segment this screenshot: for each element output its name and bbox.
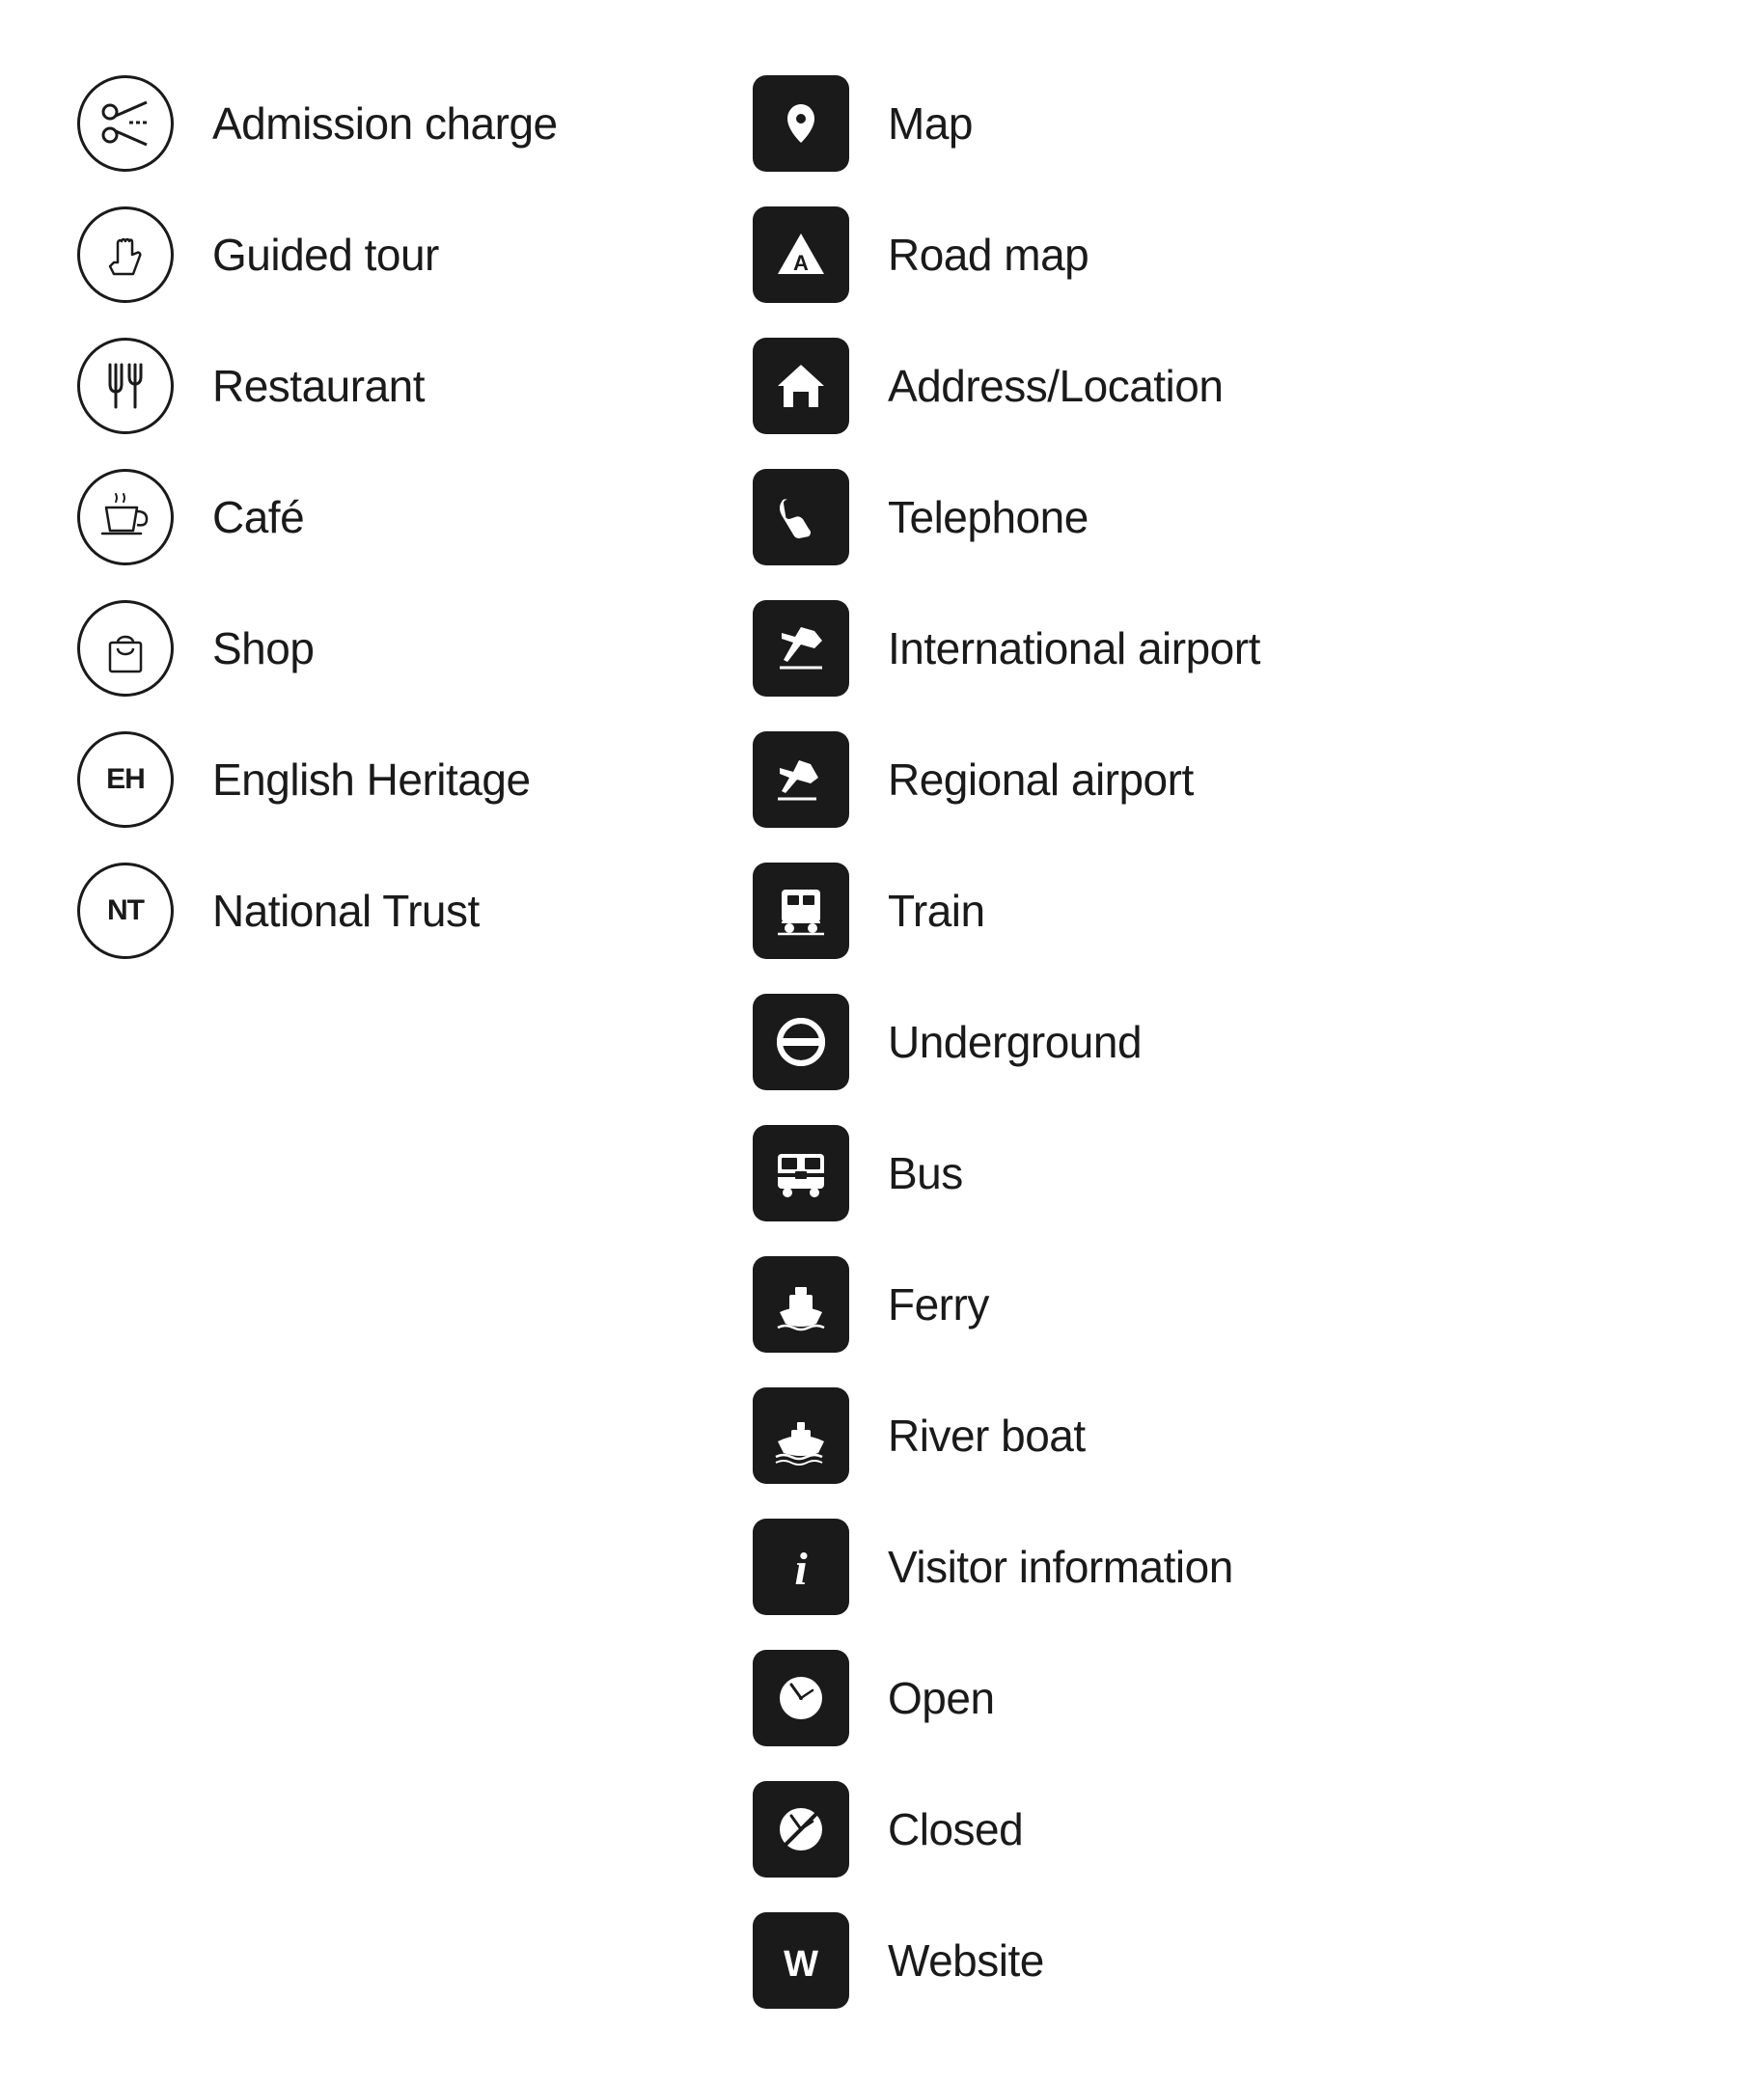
eh-text: EH <box>106 763 145 796</box>
closed-icon <box>753 1781 849 1878</box>
list-item: Guided tour <box>77 189 753 320</box>
cafe-label: Café <box>212 491 304 543</box>
list-item: i Visitor information <box>753 1501 1621 1632</box>
train-label: Train <box>888 885 985 937</box>
list-item: W Website <box>753 1895 1621 2026</box>
list-item: Open <box>753 1632 1621 1764</box>
list-item: Shop <box>77 583 753 714</box>
list-item: EH English Heritage <box>77 714 753 845</box>
shop-label: Shop <box>212 622 314 674</box>
list-item: Telephone <box>753 452 1621 583</box>
bus-icon <box>753 1125 849 1221</box>
website-label: Website <box>888 1934 1044 1987</box>
svg-text:A: A <box>793 251 809 275</box>
regional-airport-icon <box>753 731 849 828</box>
nt-text: NT <box>107 894 144 927</box>
svg-text:i: i <box>794 1544 808 1595</box>
visitor-information-label: Visitor information <box>888 1541 1233 1593</box>
list-item: River boat <box>753 1370 1621 1501</box>
list-item: Regional airport <box>753 714 1621 845</box>
river-boat-label: River boat <box>888 1410 1086 1462</box>
list-item: Admission charge <box>77 58 753 189</box>
guided-tour-icon <box>77 206 174 303</box>
english-heritage-icon: EH <box>77 731 174 828</box>
map-icon <box>753 75 849 172</box>
national-trust-label: National Trust <box>212 885 480 937</box>
english-heritage-label: English Heritage <box>212 754 531 806</box>
train-icon <box>753 863 849 959</box>
list-item: Train <box>753 845 1621 976</box>
road-map-icon: A <box>753 206 849 303</box>
admission-charge-icon <box>77 75 174 172</box>
guided-tour-label: Guided tour <box>212 229 439 281</box>
list-item: Bus <box>753 1108 1621 1239</box>
underground-icon <box>753 994 849 1090</box>
list-item: Map <box>753 58 1621 189</box>
telephone-label: Telephone <box>888 491 1089 543</box>
list-item: International airport <box>753 583 1621 714</box>
svg-text:W: W <box>784 1944 818 1985</box>
national-trust-icon: NT <box>77 863 174 959</box>
right-column: Map A Road map Address/Loca <box>753 58 1621 2026</box>
list-item: Ferry <box>753 1239 1621 1370</box>
address-location-icon <box>753 338 849 434</box>
address-location-label: Address/Location <box>888 360 1223 412</box>
river-boat-icon <box>753 1387 849 1484</box>
website-icon: W <box>753 1912 849 2009</box>
road-map-label: Road map <box>888 229 1089 281</box>
list-item: Café <box>77 452 753 583</box>
shop-icon <box>77 600 174 697</box>
list-item: Underground <box>753 976 1621 1108</box>
open-label: Open <box>888 1672 995 1724</box>
map-label: Map <box>888 97 973 150</box>
telephone-icon <box>753 469 849 565</box>
open-icon <box>753 1650 849 1746</box>
list-item: NT National Trust <box>77 845 753 976</box>
cafe-icon <box>77 469 174 565</box>
list-item: Closed <box>753 1764 1621 1895</box>
list-item: Address/Location <box>753 320 1621 452</box>
visitor-information-icon: i <box>753 1519 849 1615</box>
restaurant-icon <box>77 338 174 434</box>
ferry-icon <box>753 1256 849 1353</box>
international-airport-icon <box>753 600 849 697</box>
international-airport-label: International airport <box>888 622 1260 674</box>
closed-label: Closed <box>888 1803 1023 1855</box>
admission-charge-label: Admission charge <box>212 97 558 150</box>
regional-airport-label: Regional airport <box>888 754 1194 806</box>
underground-label: Underground <box>888 1016 1142 1068</box>
bus-label: Bus <box>888 1147 963 1199</box>
list-item: A Road map <box>753 189 1621 320</box>
restaurant-label: Restaurant <box>212 360 425 412</box>
legend-container: Admission charge Guided tour <box>77 58 1687 2026</box>
ferry-label: Ferry <box>888 1278 989 1330</box>
left-column: Admission charge Guided tour <box>77 58 753 976</box>
list-item: Restaurant <box>77 320 753 452</box>
